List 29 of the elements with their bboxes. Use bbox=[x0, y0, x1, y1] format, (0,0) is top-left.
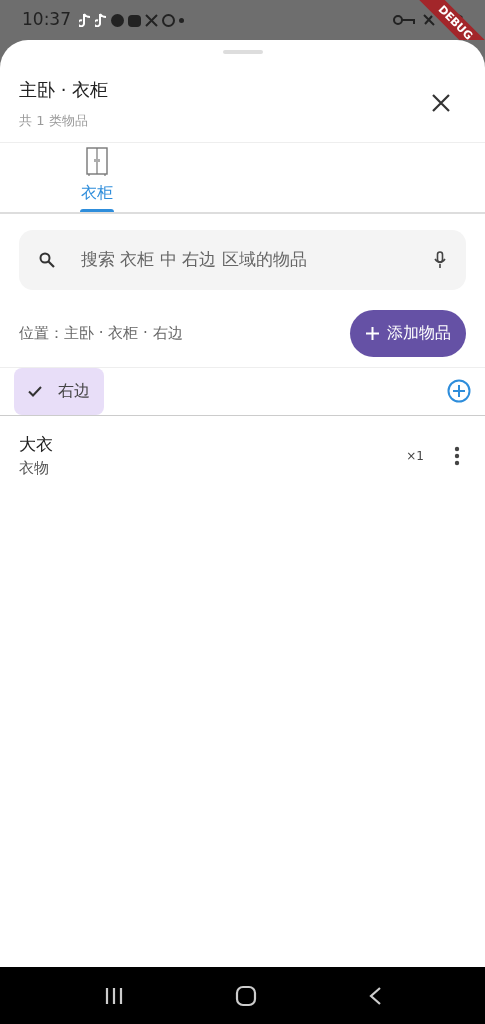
sheet-subtitle: 共 1 类物品 bbox=[19, 112, 89, 130]
add-item-button[interactable]: 添加物品 bbox=[350, 309, 466, 357]
plus-icon bbox=[366, 326, 379, 340]
search-field[interactable]: 搜索 衣柜 中 右边 区域的物品 bbox=[19, 229, 466, 290]
close-icon[interactable] bbox=[432, 94, 450, 113]
item-name: 大衣 bbox=[19, 432, 54, 456]
add-circle-icon[interactable] bbox=[447, 379, 471, 403]
microphone-icon[interactable] bbox=[434, 250, 446, 269]
filter-chip[interactable]: 右边 bbox=[14, 367, 104, 415]
mute-icon bbox=[423, 14, 435, 26]
item-category: 衣物 bbox=[19, 458, 50, 479]
item-quantity: ×1 bbox=[406, 447, 424, 465]
search-icon bbox=[39, 251, 55, 268]
tab[interactable]: 衣柜 bbox=[34, 142, 160, 212]
location-path: 位置：主卧 · 衣柜 · 右边 bbox=[19, 322, 183, 344]
dot-icon bbox=[179, 17, 184, 23]
search-input[interactable]: 搜索 衣柜 中 右边 区域的物品 bbox=[79, 245, 418, 274]
note-icon bbox=[95, 13, 107, 27]
status-time: 10:37 bbox=[22, 8, 71, 32]
note-icon bbox=[79, 13, 91, 27]
sheet-title: 主卧 · 衣柜 bbox=[19, 78, 110, 102]
wardrobe-icon bbox=[85, 146, 109, 177]
more-icon[interactable] bbox=[454, 446, 460, 466]
check-icon bbox=[28, 385, 42, 397]
back-icon[interactable] bbox=[367, 985, 382, 1006]
key-icon bbox=[393, 15, 415, 25]
recent-apps-icon[interactable] bbox=[103, 986, 124, 1005]
home-icon[interactable] bbox=[234, 984, 257, 1007]
drag-handle[interactable] bbox=[222, 50, 263, 54]
